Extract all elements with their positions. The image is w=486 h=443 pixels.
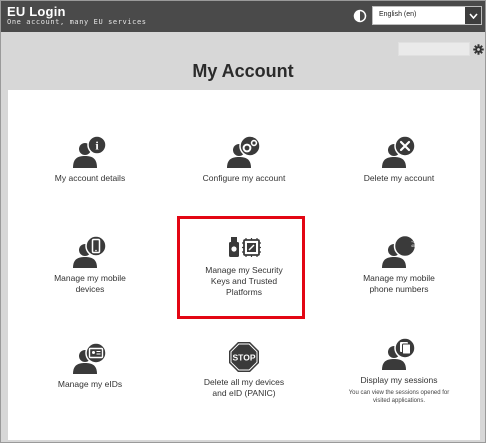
user-sessions-icon (382, 337, 416, 370)
tile-label: Delete all my devices and eID (PANIC) (203, 377, 285, 398)
tile-label: Manage my mobile devices (54, 273, 126, 294)
tile-label: Manage my eIDs (57, 379, 123, 389)
gear-icon[interactable] (473, 42, 484, 55)
search-input[interactable] (398, 42, 470, 56)
security-key-icon (229, 237, 261, 257)
stop-sign-icon: STOP (229, 342, 259, 372)
tile-label: Delete my account (363, 173, 435, 183)
tile-manage-phone-numbers[interactable]: +32123 456789 Manage my mobile phone num… (329, 235, 469, 295)
language-select-value: English (en) (379, 11, 417, 18)
user-mobile-icon (73, 235, 107, 268)
tile-label: Manage my Security Keys and Trusted Plat… (205, 265, 283, 297)
chevron-down-icon[interactable] (465, 7, 481, 24)
user-eid-card-icon (73, 343, 107, 374)
app-window: EU Login One account, many EU services E… (0, 0, 486, 443)
tile-label: My account details (54, 173, 126, 183)
tile-sublabel: You can view the sessions opened for vis… (348, 390, 450, 404)
tile-label: Manage my mobile phone numbers (363, 273, 435, 294)
language-select[interactable]: English (en) (372, 6, 482, 25)
stop-sign-text: STOP (233, 353, 256, 363)
tile-delete-all-devices-panic[interactable]: STOP Delete all my devices and eID (PANI… (174, 341, 314, 399)
phone-number-badge: +32123 456789 (410, 240, 424, 249)
tile-manage-security-keys[interactable]: Manage my Security Keys and Trusted Plat… (174, 235, 314, 298)
user-info-icon: i (73, 135, 107, 168)
contrast-icon[interactable] (353, 9, 367, 23)
tile-display-my-sessions[interactable]: Display my sessions You can view the ses… (329, 337, 469, 405)
header-bar: EU Login One account, many EU services E… (1, 1, 485, 32)
user-delete-icon (382, 135, 416, 168)
tile-delete-my-account[interactable]: Delete my account (329, 135, 469, 184)
tile-manage-mobile-devices[interactable]: Manage my mobile devices (20, 235, 160, 295)
tile-manage-eids[interactable]: Manage my eIDs (20, 343, 160, 390)
app-title[interactable]: EU Login (7, 4, 66, 19)
user-gears-icon (227, 135, 261, 168)
tile-label: Configure my account (202, 173, 286, 183)
page-title: My Account (192, 61, 294, 81)
tile-label: Display my sessions (360, 375, 438, 385)
tile-configure-my-account[interactable]: Configure my account (174, 135, 314, 184)
tile-my-account-details[interactable]: i My account details (20, 135, 160, 184)
app-subtitle: One account, many EU services (7, 18, 147, 26)
